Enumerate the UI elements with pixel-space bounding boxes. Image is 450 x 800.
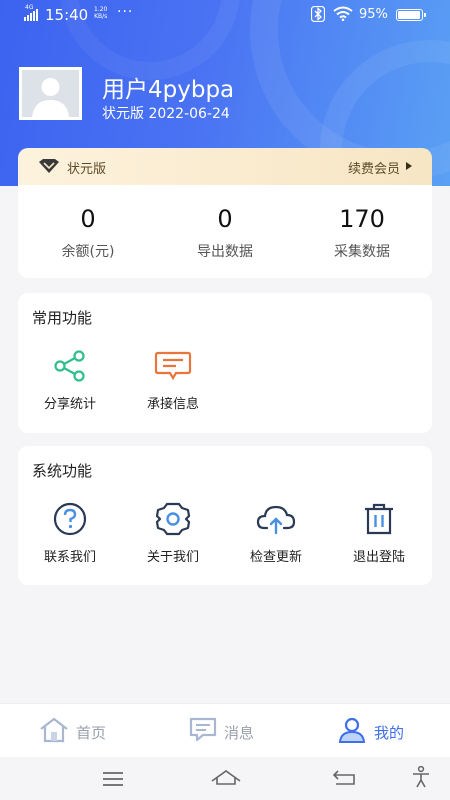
about-us-button[interactable]: 关于我们 [121, 502, 225, 565]
function-label: 关于我们 [146, 550, 199, 565]
stats-panel: 0 余额(元) 0 导出数据 170 采集数据 [18, 185, 432, 278]
system-functions-card: 系统功能 联系我们 关于我们 检查更新 退出登陆 [18, 446, 432, 585]
membership-subtitle: 状元版 2022-06-24 [102, 106, 230, 122]
renew-membership-link[interactable]: 续费会员 [348, 158, 400, 177]
function-label: 联系我们 [43, 550, 96, 565]
stat-exported[interactable]: 0 导出数据 [155, 205, 295, 261]
function-label: 承接信息 [146, 397, 199, 412]
avatar-placeholder-icon [22, 70, 79, 117]
signal-icon [24, 7, 38, 21]
tab-label: 首页 [76, 723, 107, 742]
tab-label: 消息 [224, 723, 255, 742]
tab-label: 我的 [374, 723, 405, 742]
tab-mine[interactable]: 我的 [338, 716, 404, 748]
battery-icon [396, 9, 426, 21]
system-nav-bar [0, 757, 450, 800]
receive-info-button[interactable]: 承接信息 [121, 349, 225, 412]
common-functions-card: 常用功能 分享统计 承接信息 [18, 293, 432, 433]
message-icon [188, 716, 218, 748]
stat-label: 导出数据 [197, 244, 253, 260]
stat-collected[interactable]: 170 采集数据 [292, 205, 432, 261]
section-title: 系统功能 [32, 462, 93, 480]
stat-value: 0 [80, 205, 96, 233]
trash-icon [327, 502, 431, 536]
user-icon [338, 716, 368, 748]
stat-label: 余额(元) [61, 244, 115, 260]
speed-value: 1.20 [94, 6, 108, 13]
wifi-icon [333, 6, 353, 25]
section-title: 常用功能 [32, 309, 93, 327]
home-nav-icon[interactable] [211, 769, 241, 789]
function-label: 退出登陆 [352, 550, 405, 565]
diamond-icon [38, 158, 60, 178]
message-icon [121, 349, 225, 383]
share-icon [18, 349, 122, 383]
cloud-upload-icon [224, 502, 328, 536]
vip-banner: 状元版 续费会员 [18, 148, 432, 185]
speed-unit: KB/s [94, 13, 108, 20]
battery-percent: 95% [359, 7, 388, 22]
stat-label: 采集数据 [334, 244, 390, 260]
arrow-right-icon[interactable] [406, 162, 412, 170]
stat-balance[interactable]: 0 余额(元) [18, 205, 158, 261]
share-stats-button[interactable]: 分享统计 [18, 349, 122, 412]
stat-value: 0 [217, 205, 233, 233]
status-time: 15:40 [45, 6, 89, 24]
contact-us-button[interactable]: 联系我们 [18, 502, 122, 565]
gear-icon [121, 502, 225, 536]
tab-home[interactable]: 首页 [38, 716, 106, 748]
function-label: 分享统计 [43, 397, 96, 412]
back-icon[interactable] [332, 769, 355, 789]
bottom-tab-bar: 首页 消息 我的 [0, 703, 450, 757]
menu-icon[interactable] [102, 771, 124, 790]
bluetooth-icon [310, 5, 326, 26]
tab-messages[interactable]: 消息 [188, 716, 254, 748]
accessibility-icon[interactable] [412, 765, 430, 792]
vip-label: 状元版 [67, 162, 107, 177]
check-update-button[interactable]: 检查更新 [224, 502, 328, 565]
network-speed: 1.20 KB/s [94, 6, 107, 20]
help-icon [18, 502, 122, 536]
home-icon [38, 716, 70, 748]
function-label: 检查更新 [249, 550, 302, 565]
username: 用户4pybpa [102, 77, 235, 103]
stat-value: 170 [339, 205, 385, 233]
avatar[interactable] [19, 67, 82, 120]
logout-button[interactable]: 退出登陆 [327, 502, 431, 565]
more-notifications-icon: ··· [117, 4, 134, 20]
status-bar: 4G 15:40 1.20 KB/s ··· 95% [0, 0, 450, 30]
